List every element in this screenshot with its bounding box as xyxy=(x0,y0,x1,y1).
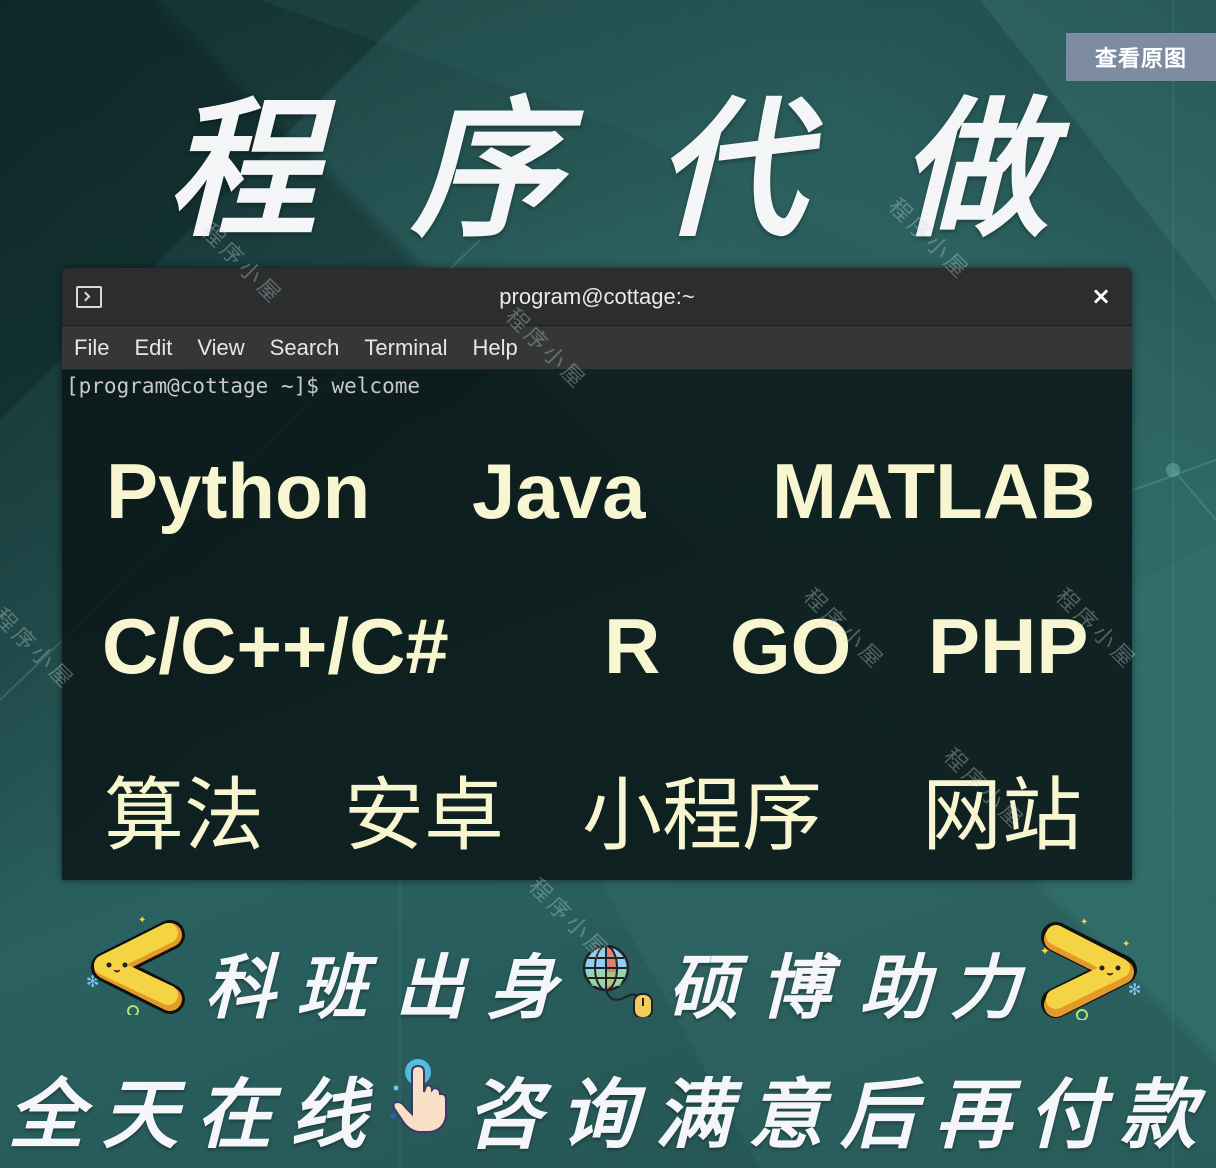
terminal-output: Python Java MATLAB C/C++/C# R GO PHP 算法 … xyxy=(62,406,1132,866)
terminal-titlebar: program@cottage:~ × xyxy=(62,268,1132,326)
menu-file[interactable]: File xyxy=(74,335,109,361)
svg-text:✦: ✦ xyxy=(1080,917,1088,928)
slogan-char: 再 xyxy=(935,1070,1011,1159)
slogan-char: 满 xyxy=(655,1070,731,1159)
menu-view[interactable]: View xyxy=(197,335,244,361)
slogan-char: 科 xyxy=(205,946,275,1029)
language-java: Java xyxy=(472,447,646,535)
slogan-char: 出 xyxy=(395,946,465,1029)
slogan-char: 意 xyxy=(748,1070,824,1159)
language-matlab: MATLAB xyxy=(772,447,1096,535)
slogan-char: 班 xyxy=(297,946,367,1029)
language-c-family: C/C++/C# xyxy=(102,602,449,690)
terminal-title: program@cottage:~ xyxy=(499,283,695,309)
service-algorithm: 算法 xyxy=(104,769,264,862)
menu-terminal[interactable]: Terminal xyxy=(364,335,447,361)
terminal-window: program@cottage:~ × File Edit View Searc… xyxy=(62,268,1132,880)
service-android: 安卓 xyxy=(344,769,504,862)
terminal-menubar: File Edit View Search Terminal Help xyxy=(62,326,1132,370)
slogan-char: 付 xyxy=(1028,1070,1104,1159)
slogan-char: 全 xyxy=(8,1070,84,1159)
slogan-char: 询 xyxy=(560,1070,636,1159)
page-title: 程 序 代 做 xyxy=(0,70,1216,270)
language-php: PHP xyxy=(928,602,1089,690)
title-char: 程 xyxy=(166,82,317,258)
slogan-char: 博 xyxy=(760,946,830,1029)
language-r: R xyxy=(604,602,661,690)
terminal-prompt: [program@cottage ~]$ welcome xyxy=(66,374,421,398)
title-char: 代 xyxy=(654,82,805,258)
slogan-char: 身 xyxy=(487,946,557,1029)
slogan-line-2: 全 天 在 线 咨 询 满 意 后 再 付 款 xyxy=(0,1045,1216,1159)
slogan-char: 在 xyxy=(196,1070,272,1159)
menu-help[interactable]: Help xyxy=(473,335,518,361)
slogan-char: 助 xyxy=(860,946,930,1029)
view-original-button[interactable]: 查看原图 xyxy=(1066,33,1216,81)
svg-text:✦: ✦ xyxy=(1122,939,1130,950)
title-char: 做 xyxy=(898,82,1049,258)
slogan-char: 咨 xyxy=(466,1070,542,1159)
chevron-left-mascot-icon: ✻ ✦ ✦ xyxy=(86,915,185,1015)
slogan-char: 硕 xyxy=(668,946,738,1029)
menu-search[interactable]: Search xyxy=(270,335,340,361)
slogan-char: 力 xyxy=(950,946,1020,1029)
svg-text:✦: ✦ xyxy=(138,915,146,926)
terminal-icon xyxy=(76,286,102,308)
language-python: Python xyxy=(106,447,371,535)
close-button[interactable]: × xyxy=(1088,282,1114,310)
chevron-right-mascot-icon: ✻ ✦ ✦ ✦ xyxy=(1040,917,1141,1020)
svg-text:✻: ✻ xyxy=(1128,980,1141,999)
slogan-char: 线 xyxy=(290,1070,366,1159)
service-mini-program: 小程序 xyxy=(582,769,822,862)
slogan-char: 后 xyxy=(840,1070,916,1159)
language-go: GO xyxy=(730,602,852,690)
slogan-char: 款 xyxy=(1120,1070,1196,1159)
menu-edit[interactable]: Edit xyxy=(134,335,172,361)
pointing-hand-icon xyxy=(390,1059,447,1133)
globe-mouse-icon xyxy=(582,944,653,1017)
slogan-char: 天 xyxy=(102,1070,178,1159)
title-char: 序 xyxy=(410,82,561,258)
service-website: 网站 xyxy=(922,769,1082,862)
